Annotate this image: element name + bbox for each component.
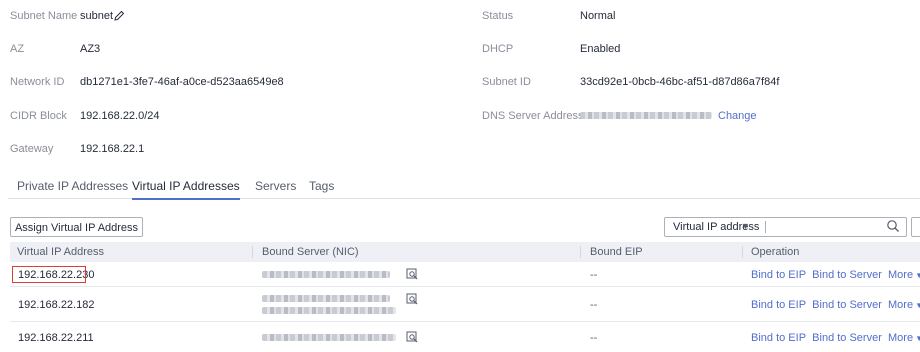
bind-to-server-link[interactable]: Bind to Server [812, 332, 882, 344]
view-nic-icon[interactable] [406, 331, 418, 343]
table-header: Virtual IP Address Bound Server (NIC) Bo… [10, 242, 920, 262]
subnet-name-value: subnet [80, 10, 114, 22]
network-id-label: Network ID [10, 76, 65, 88]
az-value: AZ3 [80, 43, 101, 55]
tab-bar: Private IP Addresses Virtual IP Addresse… [8, 176, 920, 200]
view-nic-icon[interactable] [406, 268, 418, 280]
more-caret-icon[interactable]: ▼ [913, 301, 920, 310]
bound-eip-cell: -- [590, 269, 598, 281]
column-bound-server: Bound Server (NIC) [262, 246, 359, 258]
dhcp-value: Enabled [580, 43, 621, 55]
virtual-ip-cell: 192.168.22.182 [18, 299, 95, 311]
status-value: Normal [580, 10, 616, 22]
settings-gear-icon[interactable] [911, 217, 920, 237]
subnet-name-label: Subnet Name [10, 10, 78, 22]
dhcp-label: DHCP [482, 43, 514, 55]
more-dropdown[interactable]: More [888, 299, 913, 311]
tab-tags[interactable]: Tags [309, 179, 334, 193]
highlight-box [12, 266, 86, 283]
edit-pencil-icon[interactable] [114, 10, 125, 21]
column-operation: Operation [751, 246, 800, 258]
dns-change-link[interactable]: Change [718, 110, 757, 122]
assign-virtual-ip-button[interactable]: Assign Virtual IP Address [10, 217, 143, 237]
more-dropdown[interactable]: More [888, 332, 913, 344]
tab-servers[interactable]: Servers [255, 179, 296, 193]
search-icon[interactable] [886, 219, 900, 233]
dns-server-value-redacted [580, 112, 712, 119]
operation-cell: Bind to EIP Bind to Server More ▼ [751, 269, 920, 281]
network-id-value: db1271e1-3fe7-46af-a0ce-d523aa6549e8 [80, 76, 284, 88]
column-divider [252, 246, 253, 258]
virtual-ip-cell: 192.168.22.211 [18, 332, 94, 344]
tab-virtual-ip-addresses[interactable]: Virtual IP Addresses [132, 179, 240, 200]
table-row: 192.168.22.230 -- Bind to EIP Bind to Se… [10, 262, 920, 287]
more-caret-icon[interactable]: ▼ [913, 271, 920, 280]
bound-server-redacted [262, 334, 396, 341]
gateway-value: 192.168.22.1 [80, 143, 145, 155]
bind-to-server-link[interactable]: Bind to Server [812, 299, 882, 311]
subnet-id-value: 33cd92e1-0bcb-46bc-af51-d87d86a7f84f [580, 76, 780, 88]
search-divider [765, 221, 766, 233]
status-label: Status [482, 10, 514, 22]
bind-to-eip-link[interactable]: Bind to EIP [751, 332, 806, 344]
column-bound-eip: Bound EIP [590, 246, 643, 258]
bind-to-eip-link[interactable]: Bind to EIP [751, 269, 806, 281]
bound-server-redacted [262, 271, 390, 278]
cidr-block-label: CIDR Block [10, 110, 67, 122]
subnet-id-label: Subnet ID [482, 76, 531, 88]
table-row: 192.168.22.211 -- Bind to EIP Bind to Se… [10, 322, 920, 352]
more-caret-icon[interactable]: ▼ [913, 334, 920, 343]
more-dropdown[interactable]: More [888, 269, 913, 281]
operation-cell: Bind to EIP Bind to Server More ▼ [751, 299, 920, 311]
table-row: 192.168.22.182 -- Bind to EIP Bind to Se… [10, 287, 920, 322]
az-label: AZ [10, 43, 25, 55]
operation-cell: Bind to EIP Bind to Server More ▼ [751, 332, 920, 344]
bound-server-redacted [262, 307, 396, 314]
column-virtual-ip: Virtual IP Address [17, 246, 105, 258]
search-box[interactable]: Virtual IP address ▼ [664, 217, 907, 237]
tab-private-ip-addresses[interactable]: Private IP Addresses [17, 179, 128, 193]
gateway-label: Gateway [10, 143, 54, 155]
view-nic-icon[interactable] [406, 293, 418, 305]
column-divider [580, 246, 581, 258]
bound-server-redacted [262, 295, 390, 302]
chevron-down-icon[interactable]: ▼ [741, 221, 750, 231]
bind-to-eip-link[interactable]: Bind to EIP [751, 299, 806, 311]
bind-to-server-link[interactable]: Bind to Server [812, 269, 882, 281]
bound-eip-cell: -- [590, 332, 598, 344]
bound-eip-cell: -- [590, 299, 598, 311]
cidr-block-value: 192.168.22.0/24 [80, 110, 160, 122]
column-divider [742, 246, 743, 258]
dns-server-label: DNS Server Address [482, 110, 584, 122]
